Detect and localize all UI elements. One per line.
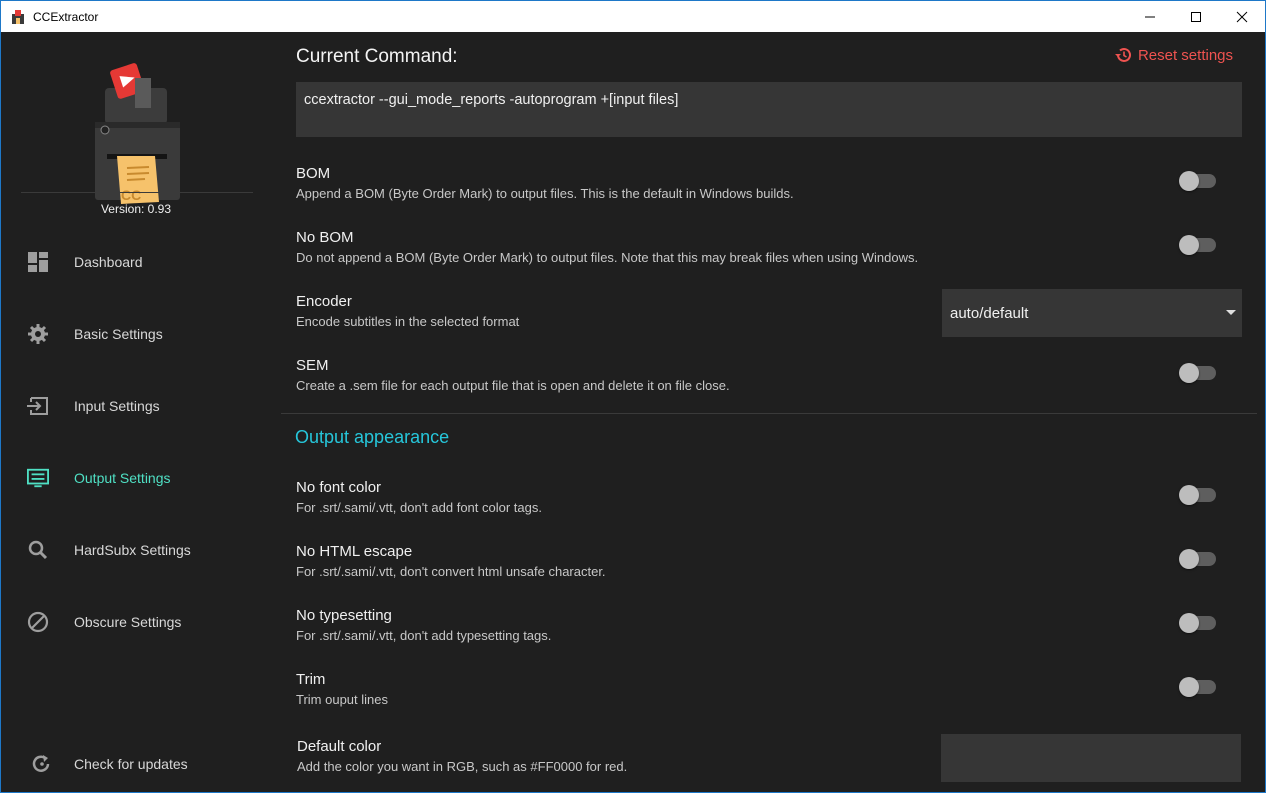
app-window: CCExtractor CC Version: 0.93 Dashboard B… — [0, 0, 1266, 793]
maximize-button[interactable] — [1173, 1, 1219, 32]
gear-icon — [27, 323, 49, 345]
default-color-input[interactable] — [941, 734, 1241, 782]
check-updates-button[interactable]: Check for updates — [1, 740, 271, 788]
encoder-selected-value: auto/default — [950, 304, 1029, 322]
setting-title: No typesetting — [296, 607, 392, 624]
toggle-knob — [1179, 613, 1199, 633]
search-icon — [27, 539, 49, 561]
nav-label: Input Settings — [74, 398, 160, 414]
output-list-icon — [27, 467, 49, 489]
toggle-knob — [1179, 363, 1199, 383]
maximize-icon — [1191, 11, 1201, 22]
setting-title: Encoder — [296, 293, 352, 310]
setting-description: For .srt/.sami/.vtt, don't add typesetti… — [296, 628, 552, 643]
nav-hardsubx-settings[interactable]: HardSubx Settings — [1, 526, 271, 574]
setting-title: No font color — [296, 479, 382, 496]
close-button[interactable] — [1219, 1, 1265, 32]
setting-description: Create a .sem file for each output file … — [296, 378, 730, 393]
trim-toggle[interactable] — [1179, 677, 1216, 697]
setting-title: No BOM — [296, 229, 354, 246]
setting-description: Add the color you want in RGB, such as #… — [297, 759, 628, 774]
nav-label: Basic Settings — [74, 326, 163, 342]
no-typesetting-toggle[interactable] — [1179, 613, 1216, 633]
setting-no-bom: No BOM Do not append a BOM (Byte Order M… — [296, 229, 1242, 277]
command-display[interactable]: ccextractor --gui_mode_reports -autoprog… — [296, 82, 1242, 137]
setting-description: For .srt/.sami/.vtt, don't add font colo… — [296, 500, 542, 515]
setting-description: Do not append a BOM (Byte Order Mark) to… — [296, 250, 919, 265]
setting-title: SEM — [296, 357, 329, 374]
encoder-select[interactable]: auto/default — [942, 289, 1242, 337]
version-label: Version: 0.93 — [100, 202, 172, 216]
toggle-knob — [1179, 485, 1199, 505]
setting-bom: BOM Append a BOM (Byte Order Mark) to ou… — [296, 165, 1242, 213]
refresh-icon — [31, 753, 53, 775]
nav-output-settings[interactable]: Output Settings — [1, 454, 271, 502]
reset-settings-button[interactable]: Reset settings — [1114, 46, 1233, 64]
command-title: Current Command: — [296, 46, 458, 67]
setting-default-color: Default color Add the color you want in … — [297, 734, 1241, 786]
setting-title: Default color — [297, 738, 382, 755]
setting-encoder: Encoder Encode subtitles in the selected… — [296, 289, 1242, 341]
sem-toggle[interactable] — [1179, 363, 1216, 383]
nav-label: Obscure Settings — [74, 614, 182, 630]
nav-dashboard[interactable]: Dashboard — [1, 238, 271, 286]
setting-sem: SEM Create a .sem file for each output f… — [296, 357, 1242, 405]
setting-description: Encode subtitles in the selected format — [296, 314, 520, 329]
minimize-icon — [1145, 16, 1155, 17]
nav-label: Output Settings — [74, 470, 171, 486]
setting-title: No HTML escape — [296, 543, 413, 560]
ccextractor-logo: CC — [95, 63, 180, 204]
nav-obscure-settings[interactable]: Obscure Settings — [1, 598, 271, 646]
svg-text:CC: CC — [121, 187, 141, 203]
setting-description: Trim ouput lines — [296, 692, 388, 707]
setting-description: For .srt/.sami/.vtt, don't convert html … — [296, 564, 606, 579]
toggle-knob — [1179, 677, 1199, 697]
no-font-color-toggle[interactable] — [1179, 485, 1216, 505]
reset-settings-label: Reset settings — [1137, 46, 1233, 64]
dropdown-caret-icon — [1226, 310, 1236, 315]
section-title-output-appearance: Output appearance — [295, 427, 450, 447]
setting-no-font-color: No font color For .srt/.sami/.vtt, don't… — [296, 479, 1242, 527]
no-bom-toggle[interactable] — [1179, 235, 1216, 255]
input-icon — [27, 395, 49, 417]
toggle-knob — [1179, 235, 1199, 255]
setting-no-typesetting: No typesetting For .srt/.sami/.vtt, don'… — [296, 607, 1242, 655]
nav-input-settings[interactable]: Input Settings — [1, 382, 271, 430]
check-updates-label: Check for updates — [74, 756, 188, 772]
sidebar-divider — [21, 192, 253, 193]
close-icon — [1236, 11, 1248, 22]
bom-toggle[interactable] — [1179, 171, 1216, 191]
sidebar: CC Version: 0.93 Dashboard Basic Setting… — [1, 32, 271, 792]
dashboard-icon — [27, 251, 49, 273]
nav-label: HardSubx Settings — [74, 542, 191, 558]
minimize-button[interactable] — [1127, 1, 1173, 32]
setting-title: BOM — [296, 165, 331, 182]
setting-title: Trim — [296, 671, 326, 688]
history-icon — [1114, 47, 1131, 62]
main-panel: Current Command: Reset settings ccextrac… — [271, 32, 1265, 792]
setting-description: Append a BOM (Byte Order Mark) to output… — [296, 186, 794, 201]
nav-basic-settings[interactable]: Basic Settings — [1, 310, 271, 358]
title-bar: CCExtractor — [1, 1, 1265, 32]
block-icon — [27, 611, 49, 633]
no-html-escape-toggle[interactable] — [1179, 549, 1216, 569]
toggle-knob — [1179, 171, 1199, 191]
toggle-knob — [1179, 549, 1199, 569]
setting-trim: Trim Trim ouput lines — [296, 671, 1242, 719]
app-logo-icon — [12, 9, 24, 24]
section-divider — [281, 413, 1257, 414]
nav-label: Dashboard — [74, 254, 143, 270]
setting-no-html-escape: No HTML escape For .srt/.sami/.vtt, don'… — [296, 543, 1242, 591]
window-title: CCExtractor — [33, 9, 99, 24]
